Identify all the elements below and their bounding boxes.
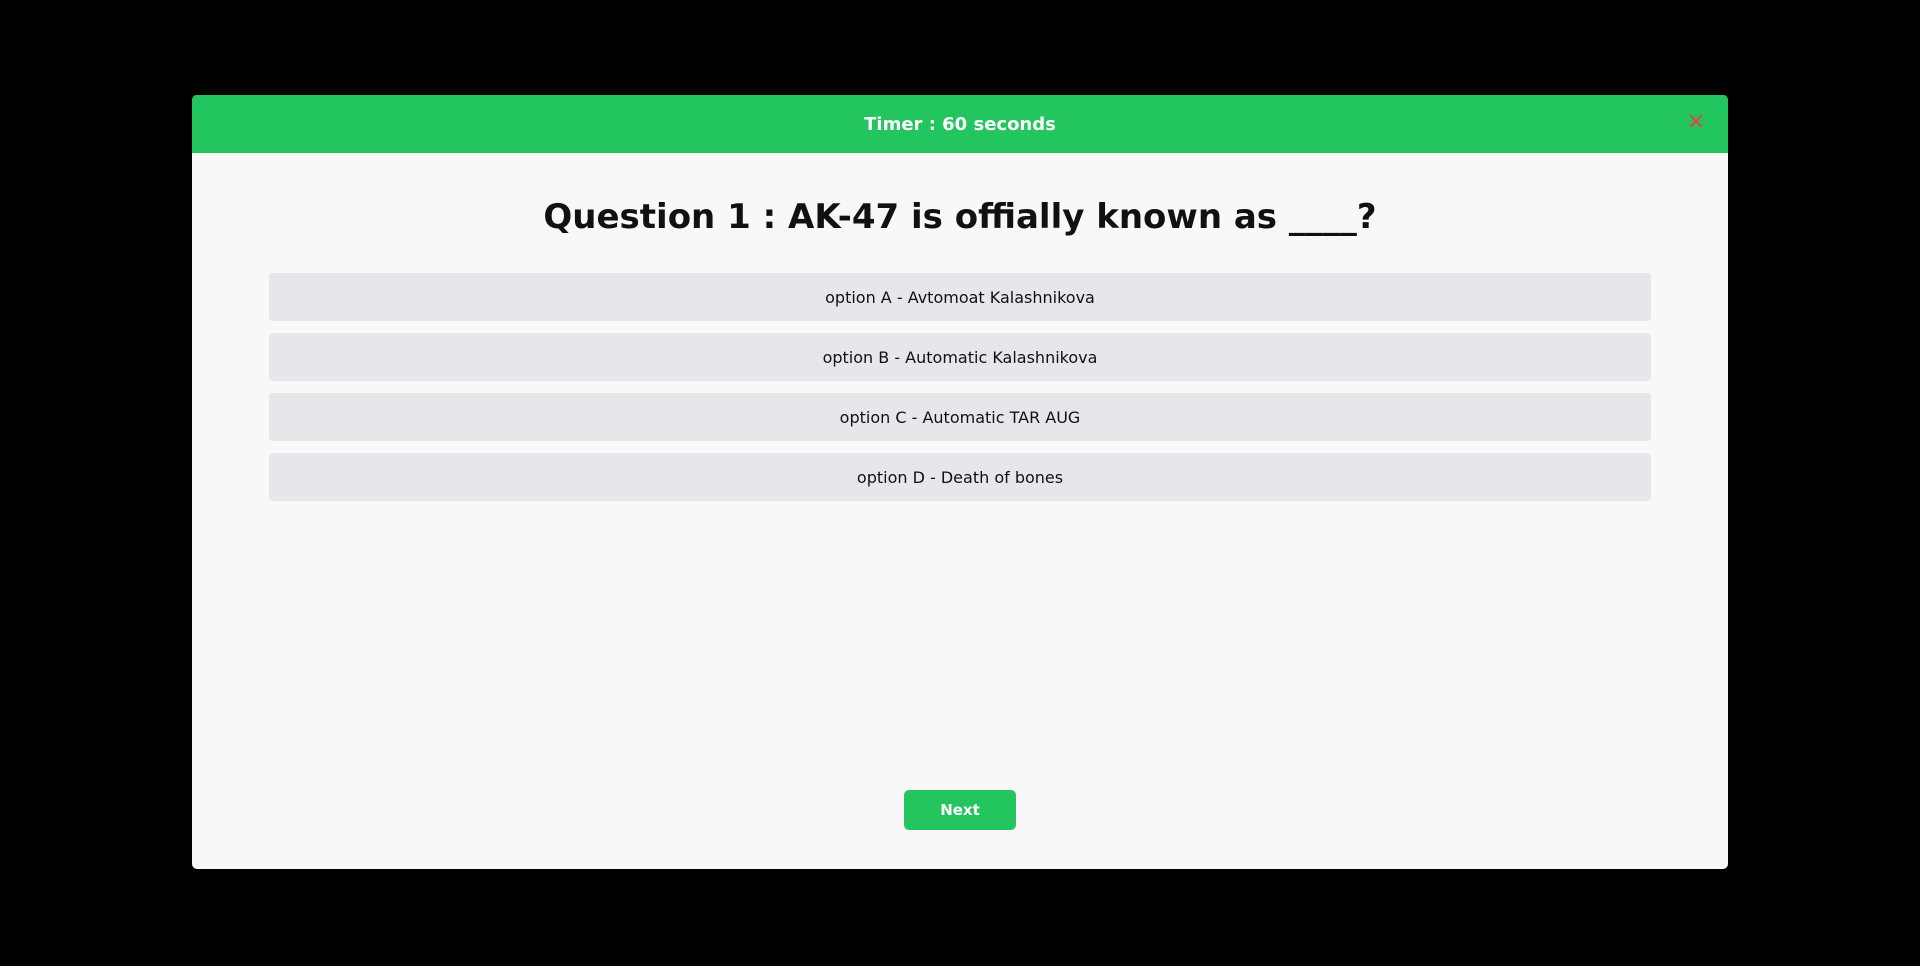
option-b-button[interactable]: option B - Automatic Kalashnikova bbox=[269, 333, 1651, 381]
option-d-button[interactable]: option D - Death of bones bbox=[269, 453, 1651, 501]
close-icon[interactable]: ✕ bbox=[1682, 109, 1710, 137]
quiz-modal: Timer : 60 seconds ✕ Question 1 : AK-47 … bbox=[192, 95, 1728, 869]
option-c-button[interactable]: option C - Automatic TAR AUG bbox=[269, 393, 1651, 441]
question-title: Question 1 : AK-47 is offially known as … bbox=[543, 197, 1377, 237]
modal-header: Timer : 60 seconds ✕ bbox=[192, 95, 1728, 153]
timer-text: Timer : 60 seconds bbox=[864, 113, 1056, 135]
option-a-button[interactable]: option A - Avtomoat Kalashnikova bbox=[269, 273, 1651, 321]
next-button[interactable]: Next bbox=[904, 790, 1016, 830]
options-list: option A - Avtomoat Kalashnikova option … bbox=[269, 273, 1651, 513]
